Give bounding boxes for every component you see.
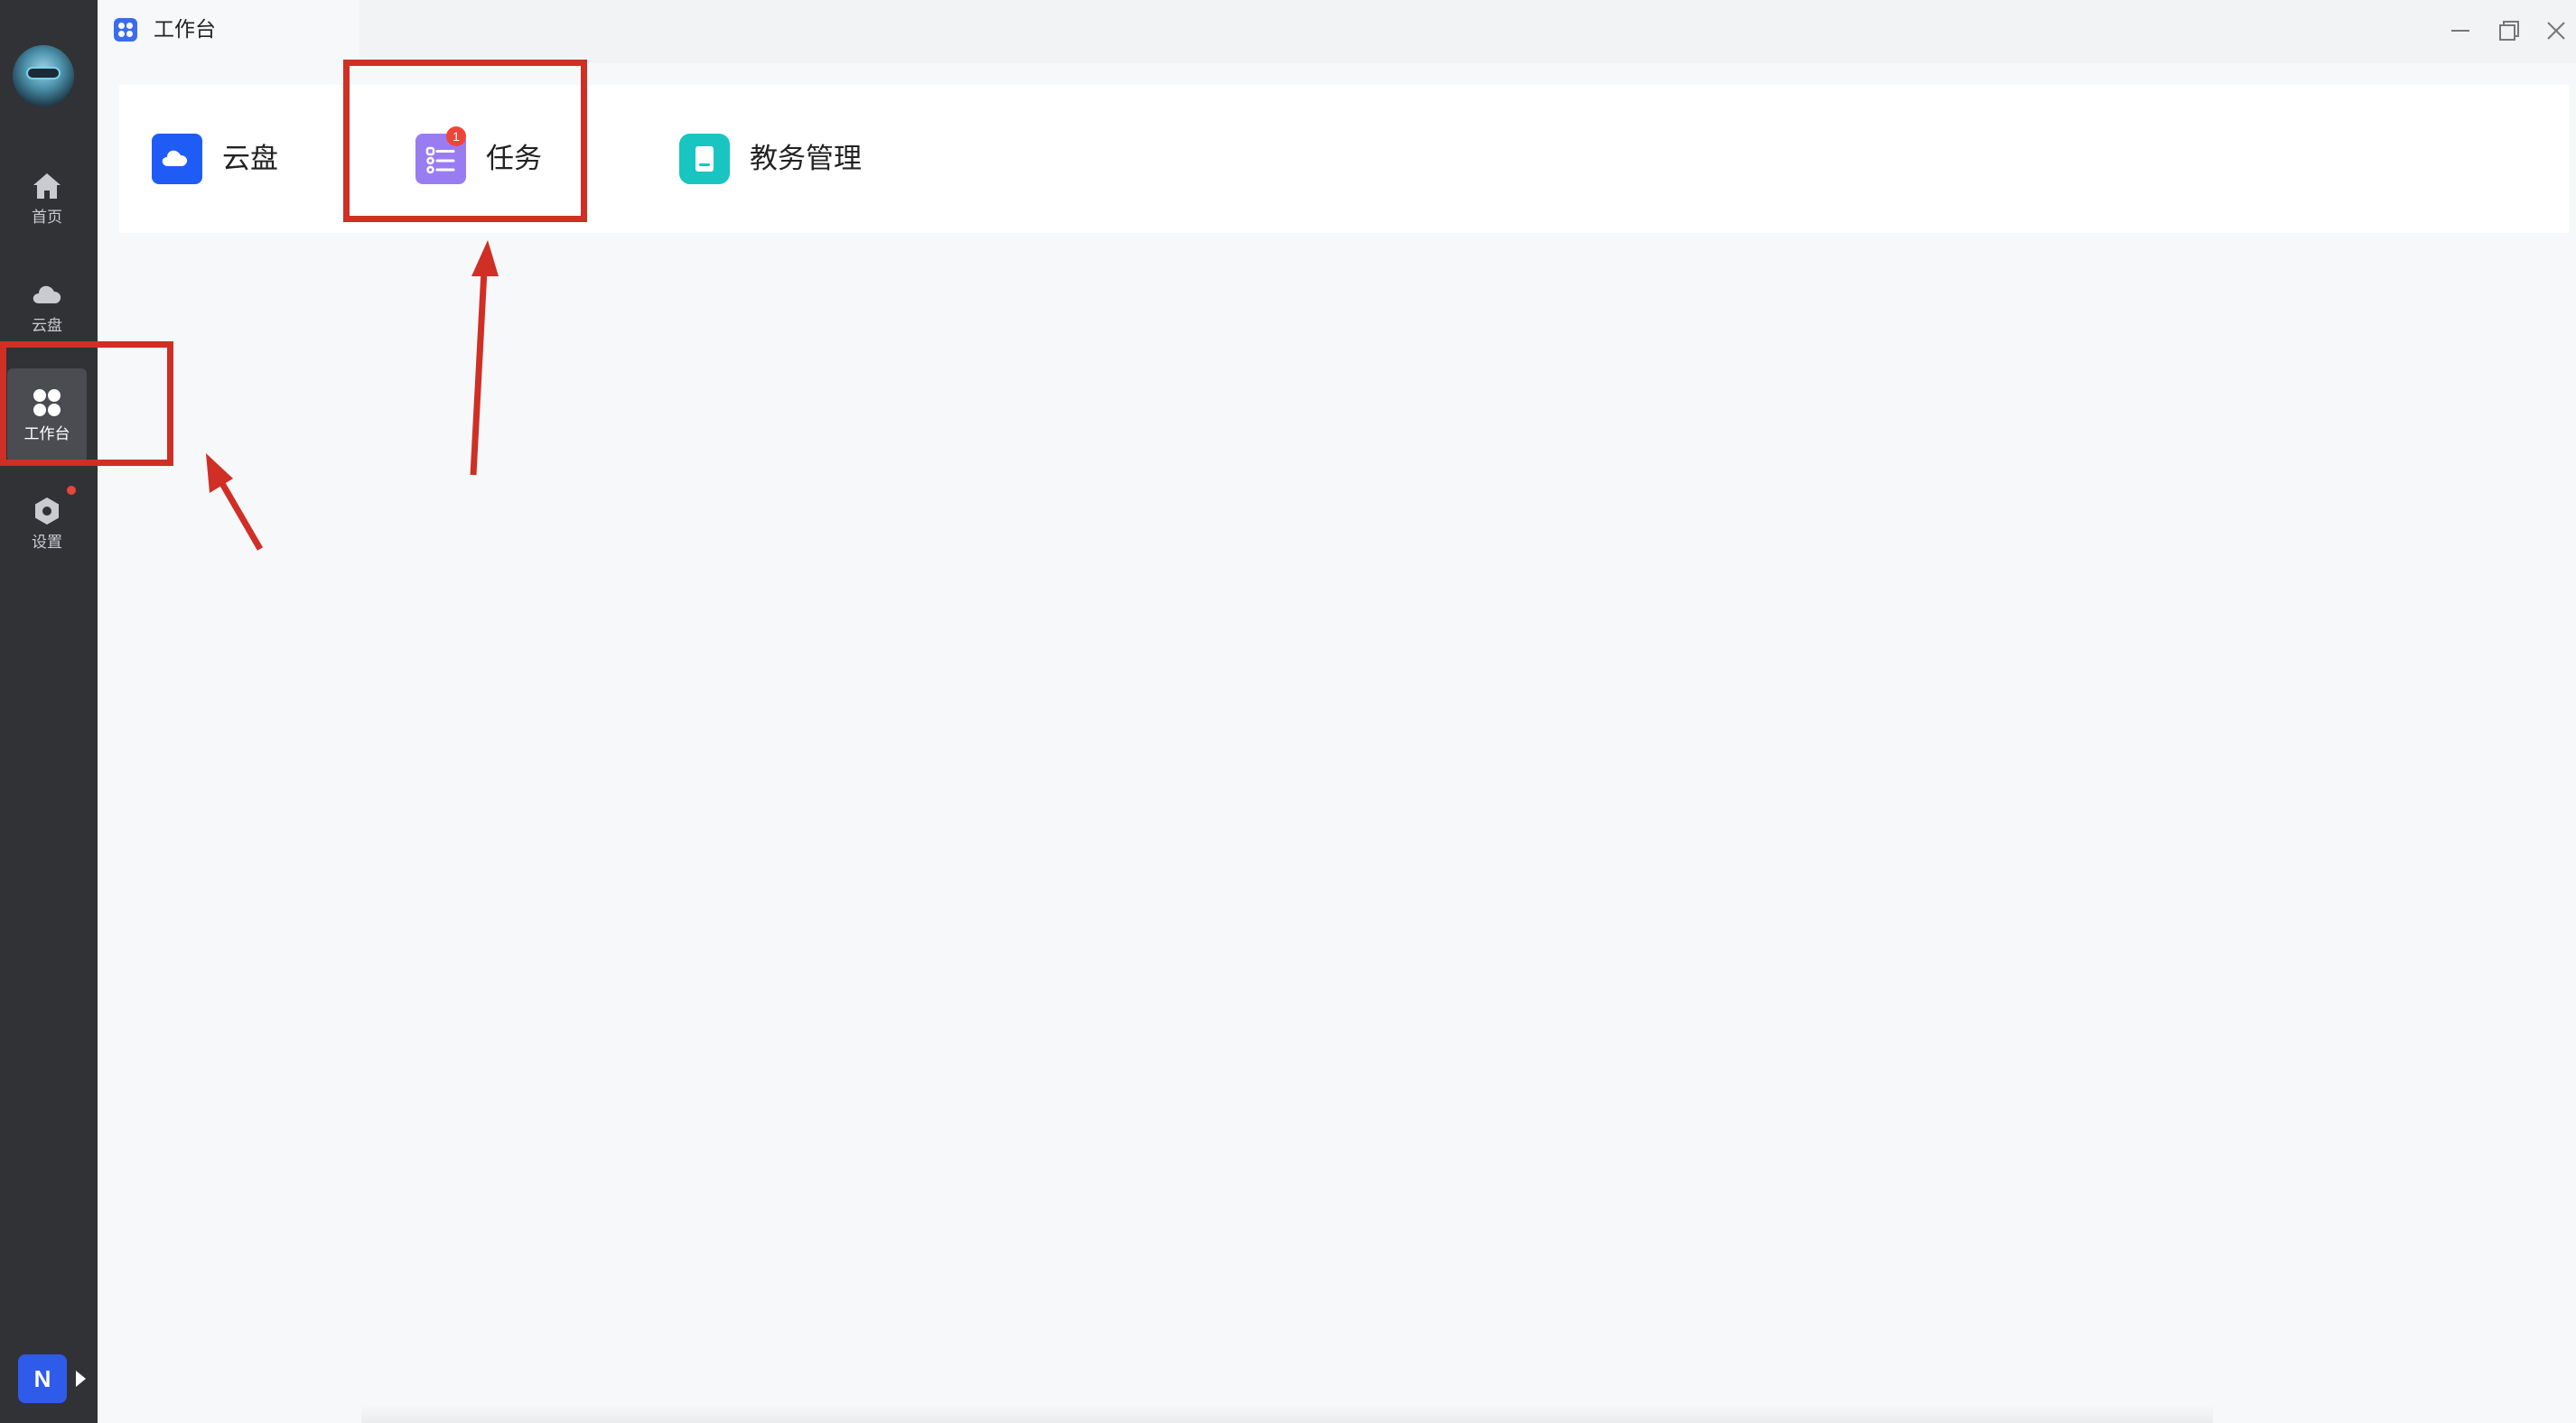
app-label: 教务管理 xyxy=(750,143,862,175)
annotation-arrowhead-sidebar xyxy=(206,453,233,493)
sidebar-item-settings[interactable]: 设置 xyxy=(7,477,87,571)
sidebar-item-home[interactable]: 首页 xyxy=(7,152,87,246)
annotation-arrow-sidebar xyxy=(217,479,264,551)
sidebar-item-label: 设置 xyxy=(32,534,62,552)
cloud-icon xyxy=(152,134,202,184)
minimize-icon[interactable] xyxy=(2442,13,2478,49)
annotation-arrow-tasks xyxy=(470,270,488,476)
book-icon xyxy=(679,134,730,184)
gear-icon xyxy=(35,498,59,525)
app-logo-badge[interactable]: N xyxy=(18,1354,67,1403)
tab-workbench[interactable]: 工作台 xyxy=(98,0,359,63)
user-avatar[interactable] xyxy=(13,45,74,107)
notification-dot xyxy=(67,486,76,495)
app-academic-affairs[interactable]: 教务管理 xyxy=(679,121,914,197)
workbench-tab-icon xyxy=(114,18,137,42)
home-icon xyxy=(33,173,61,199)
sidebar-item-label: 云盘 xyxy=(32,317,62,335)
annotation-box-tasks xyxy=(343,60,587,222)
expand-arrow-icon[interactable] xyxy=(76,1371,86,1387)
tab-title: 工作台 xyxy=(154,18,216,42)
app-cloud-disk[interactable]: 云盘 xyxy=(152,121,332,197)
sidebar-item-label: 首页 xyxy=(32,209,62,227)
cloud-icon xyxy=(33,285,61,303)
sidebar-item-cloud[interactable]: 云盘 xyxy=(7,260,87,354)
sidebar: 首页 云盘 工作台 设置 N xyxy=(0,0,98,1423)
restore-icon[interactable] xyxy=(2491,13,2527,49)
app-label: 云盘 xyxy=(222,143,278,175)
title-bar: 工作台 xyxy=(98,0,2576,63)
close-icon[interactable] xyxy=(2538,13,2574,49)
annotation-arrowhead-tasks xyxy=(471,240,499,276)
bottom-shadow xyxy=(361,1405,2213,1423)
annotation-box-sidebar xyxy=(0,341,173,466)
